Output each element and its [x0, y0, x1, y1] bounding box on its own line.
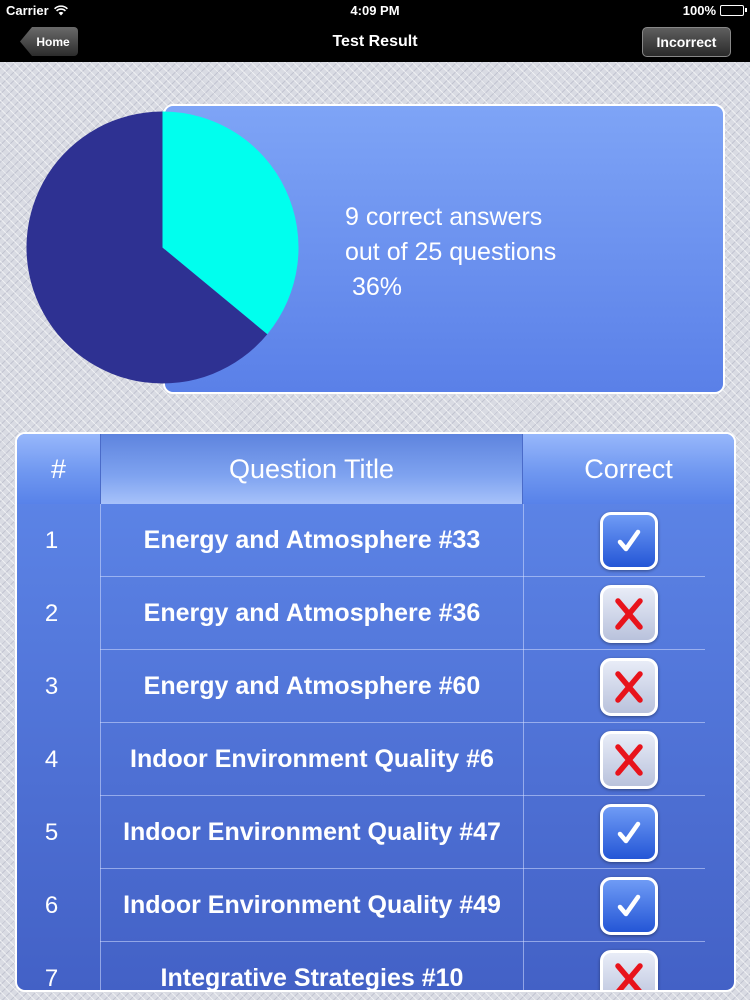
x-mark-icon: [599, 657, 658, 716]
checkmark-icon: [599, 876, 658, 935]
row-number: 7: [44, 964, 59, 992]
summary-correct-count: 9 correct answers: [345, 203, 543, 231]
navigation-bar: Home Test Result Incorrect: [0, 22, 750, 62]
row-number: 6: [44, 891, 59, 919]
row-question-title: Indoor Environment Quality #47: [123, 818, 501, 846]
checkmark-icon: [599, 511, 658, 570]
column-header-correct: Correct: [584, 453, 673, 484]
battery-indicator: 100%: [682, 3, 747, 18]
table-header: # Question Title Correct: [17, 434, 734, 504]
status-bar: Carrier 4:09 PM 100%: [0, 0, 750, 22]
summary-percentage: 36%: [345, 273, 402, 301]
row-result: [523, 869, 734, 942]
row-number: 5: [44, 818, 59, 846]
row-question-title: Energy and Atmosphere #36: [143, 599, 481, 627]
row-number: 1: [44, 526, 59, 554]
incorrect-button[interactable]: Incorrect: [642, 27, 731, 57]
column-header-question-title[interactable]: Question Title: [100, 434, 523, 504]
row-number: 3: [44, 672, 59, 700]
clock: 4:09 PM: [350, 3, 400, 18]
row-result: [523, 723, 734, 796]
table-row[interactable]: 6 Indoor Environment Quality #49: [17, 869, 734, 942]
row-number: 4: [44, 745, 59, 773]
battery-icon: [720, 5, 747, 16]
page-title: Test Result: [332, 33, 418, 50]
row-question-title: Energy and Atmosphere #33: [143, 526, 481, 554]
results-table: # Question Title Correct 1 Energy and Atm…: [15, 432, 736, 992]
row-question-title: Indoor Environment Quality #6: [130, 745, 494, 773]
row-question-title: Integrative Strategies #10: [160, 964, 464, 992]
row-result: [523, 504, 734, 577]
table-row[interactable]: 3 Energy and Atmosphere #60: [17, 650, 734, 723]
row-result: [523, 650, 734, 723]
table-row[interactable]: 7 Integrative Strategies #10: [17, 942, 734, 992]
table-row[interactable]: 5 Indoor Environment Quality #47: [17, 796, 734, 869]
score-summary-text: 9 correct answers out of 25 questions 36…: [345, 200, 556, 305]
x-mark-icon: [599, 584, 658, 643]
x-mark-icon: [599, 949, 658, 990]
x-mark-icon: [599, 730, 658, 789]
column-header-number: #: [50, 453, 67, 484]
row-question-title: Indoor Environment Quality #49: [123, 891, 501, 919]
row-result: [523, 577, 734, 650]
table-row[interactable]: 1 Energy and Atmosphere #33: [17, 504, 734, 577]
row-question-title: Energy and Atmosphere #60: [143, 672, 481, 700]
table-row[interactable]: 4 Indoor Environment Quality #6: [17, 723, 734, 796]
summary-question-count: out of 25 questions: [345, 238, 557, 266]
table-row[interactable]: 2 Energy and Atmosphere #36: [17, 577, 734, 650]
score-pie-chart: [26, 111, 299, 384]
row-result: [523, 942, 734, 990]
row-number: 2: [44, 599, 59, 627]
battery-percent: 100%: [682, 3, 716, 18]
checkmark-icon: [599, 803, 658, 862]
row-result: [523, 796, 734, 869]
